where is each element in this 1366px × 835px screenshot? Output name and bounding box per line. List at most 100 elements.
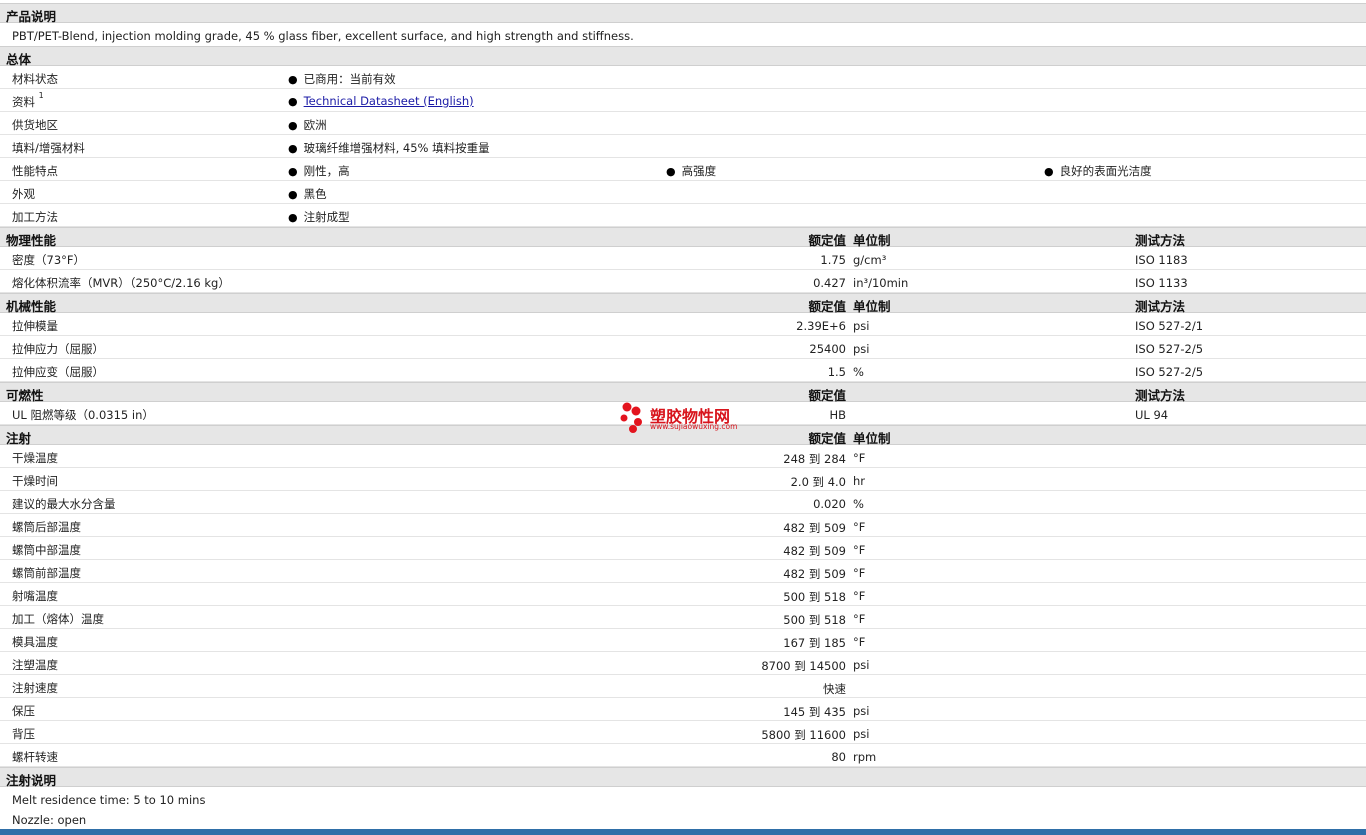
general-row-process: 加工方法 注射成型 xyxy=(0,204,1366,227)
row-unit: rpm xyxy=(853,750,877,764)
row-label: 供货地区 xyxy=(12,118,58,132)
row-unit: °F xyxy=(853,543,866,557)
row-method: ISO 527-2/5 xyxy=(1135,342,1204,356)
row-value: 248 到 284 xyxy=(783,452,846,466)
row-value: 1.75 xyxy=(820,253,846,267)
row-label: 资料 1 xyxy=(12,91,44,110)
property-row: 干燥时间 2.0 到 4.0 hr xyxy=(0,468,1366,491)
row-unit: % xyxy=(853,497,864,511)
row-value: 2.39E+6 xyxy=(796,319,846,333)
general-row-docs: 资料 1 Technical Datasheet (English) xyxy=(0,89,1366,112)
row-unit: psi xyxy=(853,342,870,356)
row-value: 500 到 518 xyxy=(783,613,846,627)
property-row: 拉伸应变（屈服） 1.5 % ISO 527-2/5 xyxy=(0,359,1366,382)
row-value: 2.0 到 4.0 xyxy=(790,475,846,489)
property-row: 熔化体积流率（MVR）（250°C/2.16 kg） 0.427 in³/10m… xyxy=(0,270,1366,293)
row-label: 干燥时间 xyxy=(12,474,58,488)
row-label: 填料/增强材料 xyxy=(12,141,85,155)
section-mechanical: 机械性能 额定值 单位制 测试方法 xyxy=(0,293,1366,314)
row-label: 拉伸模量 xyxy=(12,319,58,333)
row-label: 背压 xyxy=(12,727,35,741)
row-label: 密度（73°F） xyxy=(12,253,85,267)
row-unit: psi xyxy=(853,658,870,672)
watermark-logo: 塑胶物性网 www.sujiaowuxing.com xyxy=(620,401,760,437)
row-label: UL 阻燃等级（0.0315 in） xyxy=(12,408,154,422)
property-row: 建议的最大水分含量 0.020% xyxy=(0,491,1366,514)
general-row-features: 性能特点 刚性，高 高强度 良好的表面光洁度 xyxy=(0,158,1366,181)
property-row: 背压 5800 到 11600 psi xyxy=(0,721,1366,744)
property-row: 螺筒中部温度 482 到 509 °F xyxy=(0,537,1366,560)
row-method: ISO 527-2/1 xyxy=(1135,319,1204,333)
row-value: 145 到 435 xyxy=(783,705,846,719)
row-value: 482 到 509 xyxy=(783,567,846,581)
bullet-value: Technical Datasheet (English) xyxy=(288,94,474,108)
row-method: ISO 527-2/5 xyxy=(1135,365,1204,379)
row-label: 熔化体积流率（MVR）（250°C/2.16 kg） xyxy=(12,276,230,290)
row-unit: °F xyxy=(853,612,866,626)
property-row: 密度（73°F） 1.75 g/cm³ ISO 1183 xyxy=(0,247,1366,270)
row-value: 482 到 509 xyxy=(783,544,846,558)
general-row-region: 供货地区 欧洲 xyxy=(0,112,1366,135)
row-unit: in³/10min xyxy=(853,276,909,290)
property-row: 拉伸模量 2.39E+6 psi ISO 527-2/1 xyxy=(0,313,1366,336)
row-value: 5800 到 11600 xyxy=(761,728,846,742)
row-unit: °F xyxy=(853,520,866,534)
row-method: ISO 1183 xyxy=(1135,253,1188,267)
row-unit: hr xyxy=(853,474,866,488)
row-label: 材料状态 xyxy=(12,72,58,86)
section-general: 总体 xyxy=(0,46,1366,67)
row-label: 加工方法 xyxy=(12,210,58,224)
bullet-value: 刚性，高 xyxy=(288,163,350,179)
watermark-dots-icon xyxy=(620,402,642,433)
property-row: 保压 145 到 435 psi xyxy=(0,698,1366,721)
general-row-status: 材料状态 已商用：当前有效 xyxy=(0,66,1366,89)
row-value: 8700 到 14500 xyxy=(761,659,846,673)
row-value: 0.020 xyxy=(813,497,846,511)
section-title: 产品说明 xyxy=(6,9,57,24)
row-value: HB xyxy=(829,408,846,422)
technical-datasheet-link[interactable]: Technical Datasheet (English) xyxy=(304,94,474,108)
section-title: 注射说明 xyxy=(6,773,57,788)
row-label: 注塑温度 xyxy=(12,658,58,672)
row-value: 1.5 xyxy=(827,365,846,379)
row-method: UL 94 xyxy=(1135,408,1169,422)
row-label: 保压 xyxy=(12,704,35,718)
docs-label: 资料 xyxy=(12,95,35,109)
row-label: 加工（熔体）温度 xyxy=(12,612,104,626)
property-row: 拉伸应力（屈服） 25400 psi ISO 527-2/5 xyxy=(0,336,1366,359)
property-row: 螺筒后部温度 482 到 509 °F xyxy=(0,514,1366,537)
row-value: 500 到 518 xyxy=(783,590,846,604)
property-row: 螺筒前部温度 482 到 509 °F xyxy=(0,560,1366,583)
row-unit: °F xyxy=(853,589,866,603)
section-injection-notes: 注射说明 xyxy=(0,767,1366,788)
general-row-filler: 填料/增强材料 玻璃纤维增强材料, 45% 填料按重量 xyxy=(0,135,1366,158)
property-row: 注塑温度 8700 到 14500 psi xyxy=(0,652,1366,675)
row-unit: psi xyxy=(853,704,870,718)
property-row: 加工（熔体）温度 500 到 518 °F xyxy=(0,606,1366,629)
row-value: 482 到 509 xyxy=(783,521,846,535)
bullet-value: 良好的表面光洁度 xyxy=(1044,163,1152,179)
bullet-value: 注射成型 xyxy=(288,209,350,225)
row-unit: psi xyxy=(853,727,870,741)
injection-note: Melt residence time: 5 to 10 mins xyxy=(12,793,206,807)
section-physical: 物理性能 额定值 单位制 测试方法 xyxy=(0,227,1366,248)
row-unit: % xyxy=(853,365,864,379)
row-label: 螺筒后部温度 xyxy=(12,520,81,534)
property-row: 注射速度 快速 xyxy=(0,675,1366,698)
row-label: 螺筒中部温度 xyxy=(12,543,81,557)
row-label: 性能特点 xyxy=(12,164,58,178)
row-label: 拉伸应力（屈服） xyxy=(12,342,104,356)
property-row: 螺杆转速 80 rpm xyxy=(0,744,1366,767)
row-unit: psi xyxy=(853,319,870,333)
row-label: 建议的最大水分含量 xyxy=(12,497,116,511)
row-method: ISO 1133 xyxy=(1135,276,1188,290)
row-value: 快速 xyxy=(823,682,846,696)
bullet-value: 玻璃纤维增强材料, 45% 填料按重量 xyxy=(288,140,490,156)
row-label: 注射速度 xyxy=(12,681,58,695)
row-value: 167 到 185 xyxy=(783,636,846,650)
row-unit: °F xyxy=(853,566,866,580)
row-unit: g/cm³ xyxy=(853,253,887,267)
row-value: 80 xyxy=(831,750,846,764)
property-row: 干燥温度 248 到 284 °F xyxy=(0,445,1366,468)
row-label: 模具温度 xyxy=(12,635,58,649)
